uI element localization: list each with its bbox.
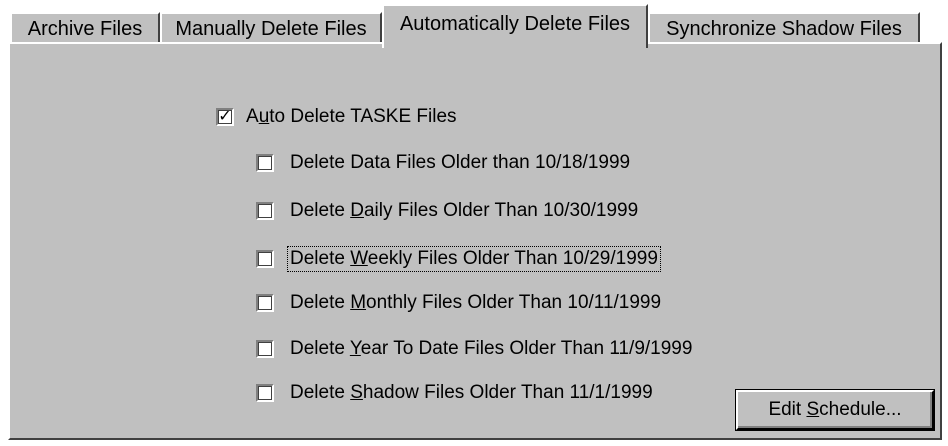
delete-shadow-files-label: Delete Shadow Files Older Than 11/1/1999 [290, 382, 653, 403]
delete-monthly-files-checkbox[interactable] [256, 294, 274, 312]
delete-year-to-date-files-checkbox[interactable] [256, 340, 274, 358]
delete-shadow-files-row[interactable]: Delete Shadow Files Older Than 11/1/1999 [256, 380, 655, 406]
tab-automatically-delete-files[interactable]: Automatically Delete Files [382, 4, 648, 48]
tab-manually-delete-files[interactable]: Manually Delete Files [160, 12, 382, 44]
delete-daily-mnemonic: D [350, 200, 364, 221]
delete-year-to-date-files-label: Delete Year To Date Files Older Than 11/… [290, 338, 693, 359]
delete-monthly-mnemonic: M [350, 292, 367, 313]
delete-year-mnemonic: Y [349, 338, 361, 359]
tab-archive-files[interactable]: Archive Files [10, 12, 160, 44]
tab-synchronize-shadow-files-label: Synchronize Shadow Files [666, 17, 902, 40]
tab-automatically-delete-files-label: Automatically Delete Files [399, 12, 631, 35]
check-mark-icon: ✓ [218, 108, 232, 125]
edit-schedule-label: Edit Schedule... [768, 399, 902, 420]
delete-weekly-files-label: Delete Weekly Files Older Than 10/29/199… [287, 246, 661, 272]
tab-manually-delete-files-label: Manually Delete Files [175, 17, 367, 40]
tab-synchronize-shadow-files[interactable]: Synchronize Shadow Files [648, 12, 920, 44]
tab-archive-files-label: Archive Files [27, 17, 143, 40]
delete-data-files-row[interactable]: Delete Data Files Older than 10/18/1999 [256, 150, 632, 176]
delete-shadow-mnemonic: S [350, 382, 363, 403]
delete-monthly-files-label: Delete Monthly Files Older Than 10/11/19… [290, 292, 662, 313]
edit-schedule-mnemonic: S [806, 399, 820, 420]
delete-year-to-date-files-row[interactable]: Delete Year To Date Files Older Than 11/… [256, 336, 694, 362]
auto-delete-label: Auto Delete TASKE Files [246, 106, 457, 127]
delete-weekly-files-checkbox[interactable] [256, 250, 274, 268]
delete-data-files-checkbox[interactable] [256, 154, 274, 172]
auto-delete-label-mnemonic: u [258, 106, 270, 127]
delete-weekly-files-row[interactable]: Delete Weekly Files Older Than 10/29/199… [256, 246, 661, 272]
auto-delete-checkbox-row[interactable]: ✓ Auto Delete TASKE Files [216, 104, 459, 130]
dialog-root: Archive Files Manually Delete Files Auto… [0, 0, 948, 446]
auto-delete-checkbox[interactable]: ✓ [216, 108, 234, 126]
delete-daily-files-checkbox[interactable] [256, 202, 274, 220]
tab-panel: ✓ Auto Delete TASKE Files Delete Data Fi… [8, 42, 942, 440]
delete-shadow-files-checkbox[interactable] [256, 384, 274, 402]
delete-daily-files-label: Delete Daily Files Older Than 10/30/1999 [290, 200, 639, 221]
delete-monthly-files-row[interactable]: Delete Monthly Files Older Than 10/11/19… [256, 290, 663, 316]
delete-data-files-label: Delete Data Files Older than 10/18/1999 [290, 152, 631, 173]
delete-weekly-mnemonic: W [350, 248, 368, 269]
edit-schedule-button[interactable]: Edit Schedule... [735, 389, 935, 431]
delete-daily-files-row[interactable]: Delete Daily Files Older Than 10/30/1999 [256, 198, 640, 224]
